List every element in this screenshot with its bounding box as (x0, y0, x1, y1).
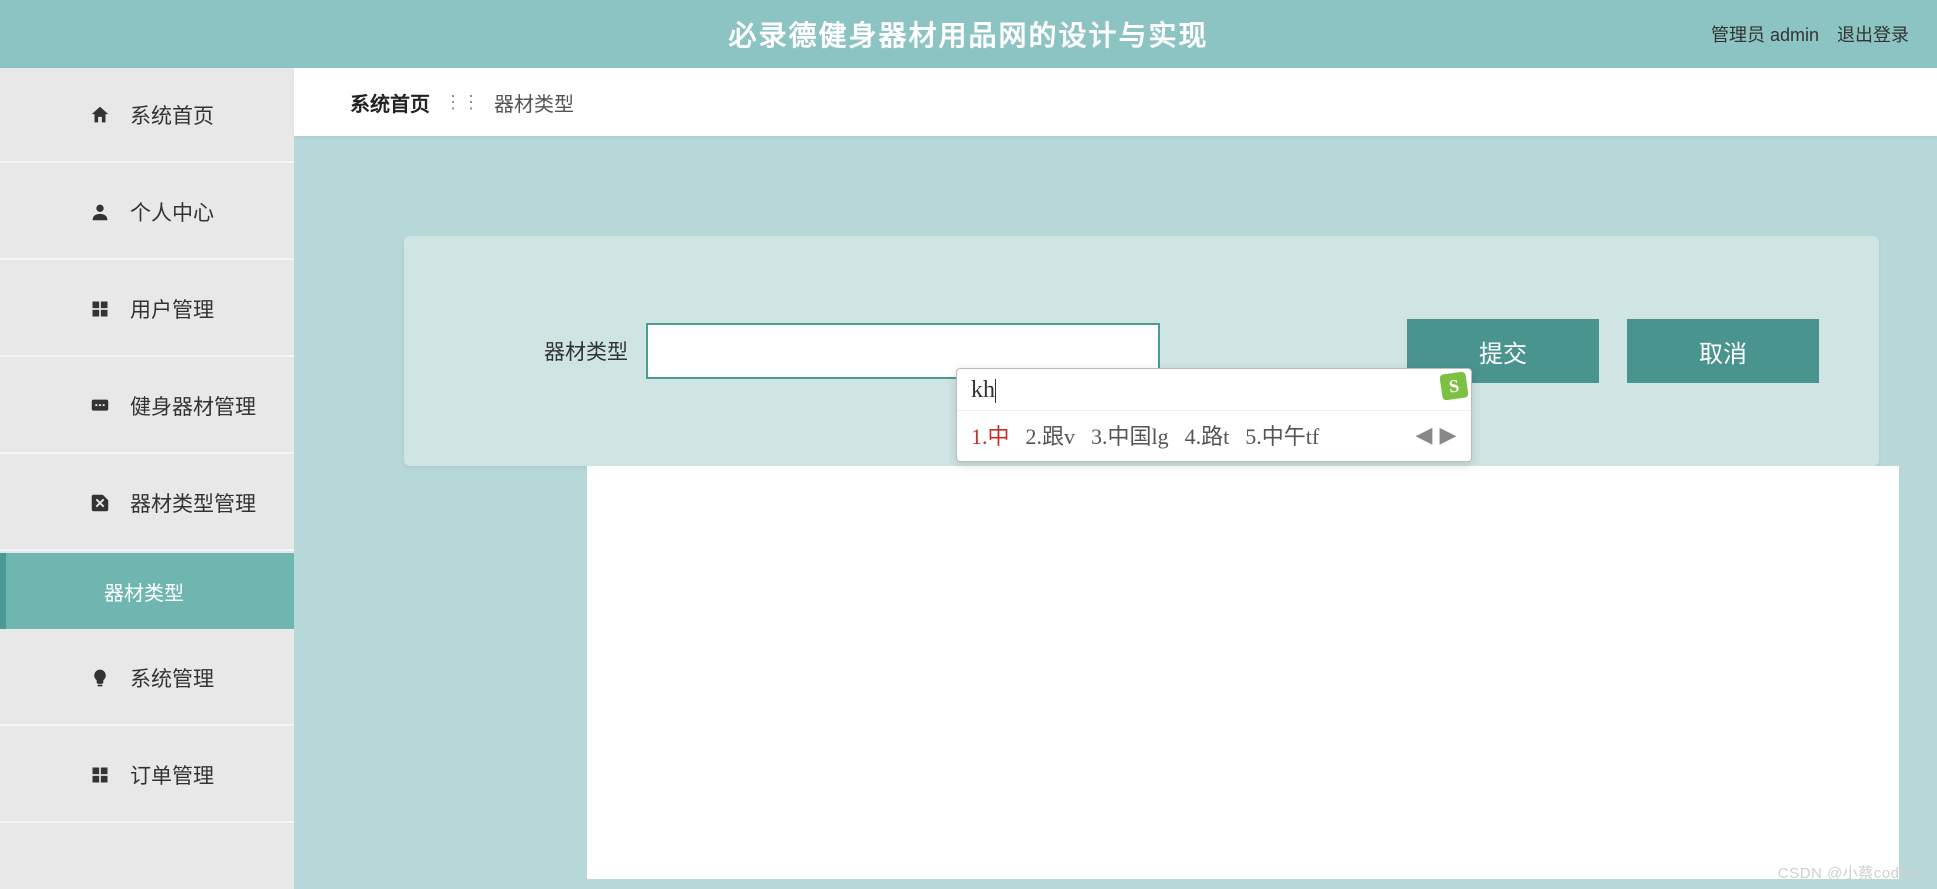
sidebar-item-equipment[interactable]: 健身器材管理 (0, 359, 294, 454)
sidebar-item-label: 健身器材管理 (130, 391, 256, 421)
main-layout: 系统首页 个人中心 用户管理 健身器材管理 器材类型管理 (0, 68, 1937, 889)
app-title: 必录德健身器材用品网的设计与实现 (728, 14, 1208, 54)
ime-input-row: kh S (957, 369, 1471, 410)
sidebar-item-equipment-type[interactable]: 器材类型管理 (0, 456, 294, 551)
sidebar-item-label: 个人中心 (130, 197, 214, 227)
sidebar-item-label: 用户管理 (130, 294, 214, 324)
app-header: 必录德健身器材用品网的设计与实现 管理员 admin 退出登录 (0, 0, 1937, 68)
content-area: 系统首页 ⋮⋮ 器材类型 器材类型 提交 取消 kh S 1.中 2.跟v 3.… (294, 68, 1937, 889)
ime-candidate-2[interactable]: 2.跟v (1026, 419, 1076, 451)
cancel-button[interactable]: 取消 (1627, 319, 1819, 383)
ime-popup: kh S 1.中 2.跟v 3.中国lg 4.路t 5.中午tf ◀ ▶ (956, 368, 1472, 462)
header-right: 管理员 admin 退出登录 (1711, 21, 1909, 47)
watermark: CSDN @小蔡coding (1778, 862, 1921, 883)
ime-pagination: ◀ ▶ (1415, 424, 1457, 446)
breadcrumb: 系统首页 ⋮⋮ 器材类型 (294, 68, 1937, 136)
ime-prev-icon[interactable]: ◀ (1415, 424, 1433, 446)
ime-candidate-3[interactable]: 3.中国lg (1091, 419, 1169, 451)
sidebar-item-orders[interactable]: 订单管理 (0, 728, 294, 823)
tag-icon (88, 491, 112, 515)
chat-icon (88, 394, 112, 418)
sidebar-item-profile[interactable]: 个人中心 (0, 165, 294, 260)
sidebar-item-label: 系统管理 (130, 663, 214, 693)
sidebar-subitem-equipment-type[interactable]: 器材类型 (0, 553, 294, 629)
ime-input-text: kh (971, 377, 995, 403)
sidebar-subitem-label: 器材类型 (104, 577, 184, 606)
ime-candidate-1[interactable]: 1.中 (971, 419, 1010, 451)
breadcrumb-sep-icon: ⋮⋮ (444, 92, 480, 113)
grid-icon (88, 297, 112, 321)
bulb-icon (88, 666, 112, 690)
sidebar-item-label: 器材类型管理 (130, 488, 256, 518)
ime-candidates: 1.中 2.跟v 3.中国lg 4.路t 5.中午tf ◀ ▶ (957, 410, 1471, 461)
grid-icon (88, 763, 112, 787)
breadcrumb-home[interactable]: 系统首页 (350, 88, 430, 117)
home-icon (88, 103, 112, 127)
sidebar-item-system[interactable]: 系统管理 (0, 631, 294, 726)
person-icon (88, 200, 112, 224)
ime-logo-icon: S (1439, 371, 1468, 400)
sidebar: 系统首页 个人中心 用户管理 健身器材管理 器材类型管理 (0, 68, 294, 889)
sidebar-item-users[interactable]: 用户管理 (0, 262, 294, 357)
ime-next-icon[interactable]: ▶ (1439, 424, 1457, 446)
content-body (587, 466, 1899, 879)
sidebar-item-home[interactable]: 系统首页 (0, 68, 294, 163)
logout-link[interactable]: 退出登录 (1837, 21, 1909, 47)
sidebar-item-label: 订单管理 (130, 760, 214, 790)
sidebar-item-label: 系统首页 (130, 100, 214, 130)
ime-cursor-icon (995, 379, 996, 403)
form-label: 器材类型 (544, 336, 628, 366)
breadcrumb-current: 器材类型 (494, 88, 574, 117)
ime-candidate-4[interactable]: 4.路t (1185, 419, 1230, 451)
admin-label[interactable]: 管理员 admin (1711, 21, 1819, 47)
ime-candidate-5[interactable]: 5.中午tf (1245, 419, 1319, 451)
